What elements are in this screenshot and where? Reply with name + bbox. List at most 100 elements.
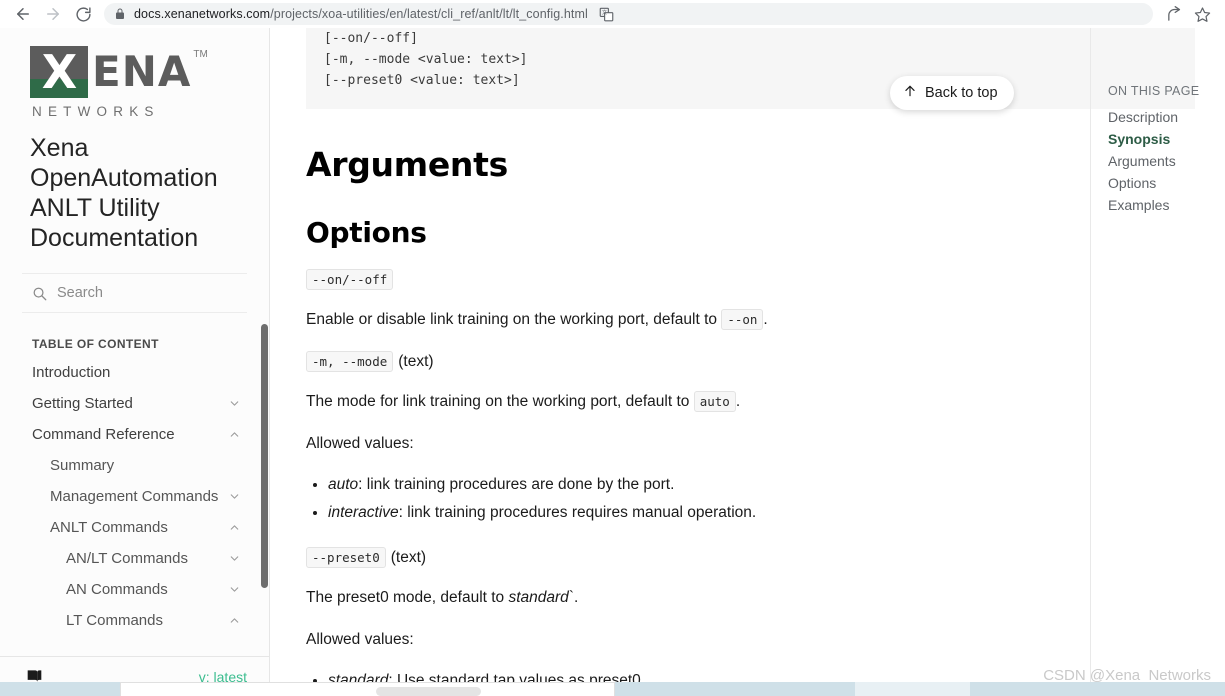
logo-x-mark: X <box>30 46 88 98</box>
share-icon[interactable] <box>1161 1 1187 27</box>
back-arrow-icon <box>14 5 32 23</box>
sidebar-item-an-lt-commands[interactable]: AN/LT Commands <box>0 543 259 574</box>
page-body: X ENA TM NETWORKS Xena OpenAutomation AN… <box>0 28 1225 696</box>
logo-trademark: TM <box>193 49 208 60</box>
option-signature-on-off: --on/--off <box>306 269 1225 290</box>
rail-item-options[interactable]: Options <box>1091 172 1225 194</box>
horizontal-scrollbar[interactable] <box>120 682 615 696</box>
chevron-down-icon[interactable] <box>220 490 241 503</box>
sidebar: X ENA TM NETWORKS Xena OpenAutomation AN… <box>0 28 270 696</box>
option-description-mode: The mode for link training on the workin… <box>306 391 1225 413</box>
default-value-code: auto <box>693 391 736 412</box>
value-text: : link training procedures requires manu… <box>398 504 757 521</box>
on-this-page-title: ON THIS PAGE <box>1108 84 1200 98</box>
desc-text-after: . <box>763 311 768 328</box>
option-description-preset0: The preset0 mode, default to standard`. <box>306 587 1225 609</box>
toolbar-icons <box>1161 1 1215 27</box>
back-to-top-button[interactable]: Back to top <box>890 76 1014 110</box>
sidebar-item-getting-started[interactable]: Getting Started <box>0 388 259 419</box>
search-icon <box>32 286 47 301</box>
allowed-values-label-preset0: Allowed values: <box>306 631 414 648</box>
url-text: docs.xenanetworks.com/projects/xoa-utili… <box>134 7 588 21</box>
sidebar-item-anlt-commands[interactable]: ANLT Commands <box>0 512 259 543</box>
main-content: [--on/--off] [-m, --mode <value: text>] … <box>270 28 1225 696</box>
search-input[interactable] <box>57 285 207 301</box>
chevron-down-icon[interactable] <box>220 552 241 565</box>
chevron-down-icon[interactable] <box>220 583 241 596</box>
chevron-down-icon[interactable] <box>220 397 241 410</box>
rail-item-description[interactable]: Description <box>1091 106 1225 128</box>
toc-label: Summary <box>50 457 115 474</box>
heading-options: Options <box>306 216 427 249</box>
logo-subtitle: NETWORKS <box>32 104 160 119</box>
value-text: : link training procedures are done by t… <box>358 476 675 493</box>
sidebar-item-lt-commands[interactable]: LT Commands <box>0 605 259 636</box>
search-box[interactable] <box>22 273 247 313</box>
allowed-values-list-mode: auto: link training procedures are done … <box>306 471 1225 527</box>
rail-item-arguments[interactable]: Arguments <box>1091 150 1225 172</box>
toc-heading: TABLE OF CONTENT <box>32 337 159 351</box>
toc-label: AN/LT Commands <box>66 550 188 567</box>
sidebar-item-management-commands[interactable]: Management Commands <box>0 481 259 512</box>
toc-label: Management Commands <box>50 488 219 505</box>
star-icon[interactable] <box>1189 1 1215 27</box>
toc-label: ANLT Commands <box>50 519 168 536</box>
strip-segment <box>855 682 970 696</box>
desc-text-before: Enable or disable link training on the w… <box>306 311 722 328</box>
option-description-on-off: Enable or disable link training on the w… <box>306 309 1225 331</box>
sidebar-scrollbar-thumb[interactable] <box>261 324 268 588</box>
desc-text-before: The mode for link training on the workin… <box>306 393 694 410</box>
rail-item-synopsis[interactable]: Synopsis <box>1091 128 1225 150</box>
toc-label: Introduction <box>32 364 111 381</box>
toc-label: Getting Started <box>32 395 133 412</box>
arrow-up-icon <box>903 84 917 102</box>
synopsis-code-block: [--on/--off] [-m, --mode <value: text>] … <box>306 28 1195 109</box>
toc-label: AN Commands <box>66 581 168 598</box>
url-host: docs.xenanetworks.com <box>134 7 271 21</box>
strip-segment <box>0 682 120 696</box>
forward-arrow-icon <box>44 5 62 23</box>
toc-label: LT Commands <box>66 612 163 629</box>
sidebar-item-command-reference[interactable]: Command Reference <box>0 419 259 450</box>
svg-text:文: 文 <box>602 8 607 15</box>
value-name: interactive <box>328 504 399 521</box>
sidebar-item-introduction[interactable]: Introduction <box>0 357 259 388</box>
desc-text-after: `. <box>568 589 579 606</box>
brand-logo[interactable]: X ENA TM NETWORKS <box>0 28 269 119</box>
toc-label: Command Reference <box>32 426 175 443</box>
back-to-top-label: Back to top <box>925 85 998 101</box>
chevron-up-icon[interactable] <box>220 614 241 627</box>
on-this-page-nav: ON THIS PAGE Description Synopsis Argume… <box>1090 28 1225 696</box>
desc-text-after: . <box>735 393 741 410</box>
lock-icon <box>114 8 126 20</box>
strip-segment <box>970 682 1225 696</box>
logo-wordmark: ENA <box>92 47 192 96</box>
desc-text-before: The preset0 mode, default to <box>306 589 509 606</box>
option-type: (text) <box>390 549 427 566</box>
sidebar-item-an-commands[interactable]: AN Commands <box>0 574 259 605</box>
chevron-up-icon[interactable] <box>220 521 241 534</box>
chevron-up-icon[interactable] <box>220 428 241 441</box>
forward-button[interactable] <box>40 1 66 27</box>
reload-button[interactable] <box>70 1 96 27</box>
heading-arguments: Arguments <box>306 145 508 184</box>
site-title: Xena OpenAutomation ANLT Utility Documen… <box>30 134 218 252</box>
desc-emphasis: standard <box>508 589 569 606</box>
sidebar-item-summary[interactable]: Summary <box>0 450 259 481</box>
option-signature-preset0: --preset0 (text) <box>306 547 1225 568</box>
code-text: [--on/--off] [-m, --mode <value: text>] … <box>324 31 528 88</box>
logo-x-letter: X <box>41 45 77 99</box>
rail-item-examples[interactable]: Examples <box>1091 194 1225 216</box>
allowed-values-label-mode: Allowed values: <box>306 435 414 452</box>
address-bar[interactable]: docs.xenanetworks.com/projects/xoa-utili… <box>104 3 1153 25</box>
browser-toolbar: docs.xenanetworks.com/projects/xoa-utili… <box>0 0 1225 28</box>
default-value-code: --on <box>721 309 764 330</box>
back-button[interactable] <box>10 1 36 27</box>
translate-icon[interactable]: 文 <box>596 3 618 25</box>
option-signature-mode: -m, --mode (text) <box>306 351 1225 372</box>
omnibox-actions: 文 <box>596 3 618 25</box>
url-path: /projects/xoa-utilities/en/latest/cli_re… <box>270 7 588 21</box>
value-name: auto <box>328 476 359 493</box>
option-type: (text) <box>398 353 434 370</box>
bottom-strip <box>0 682 1225 696</box>
